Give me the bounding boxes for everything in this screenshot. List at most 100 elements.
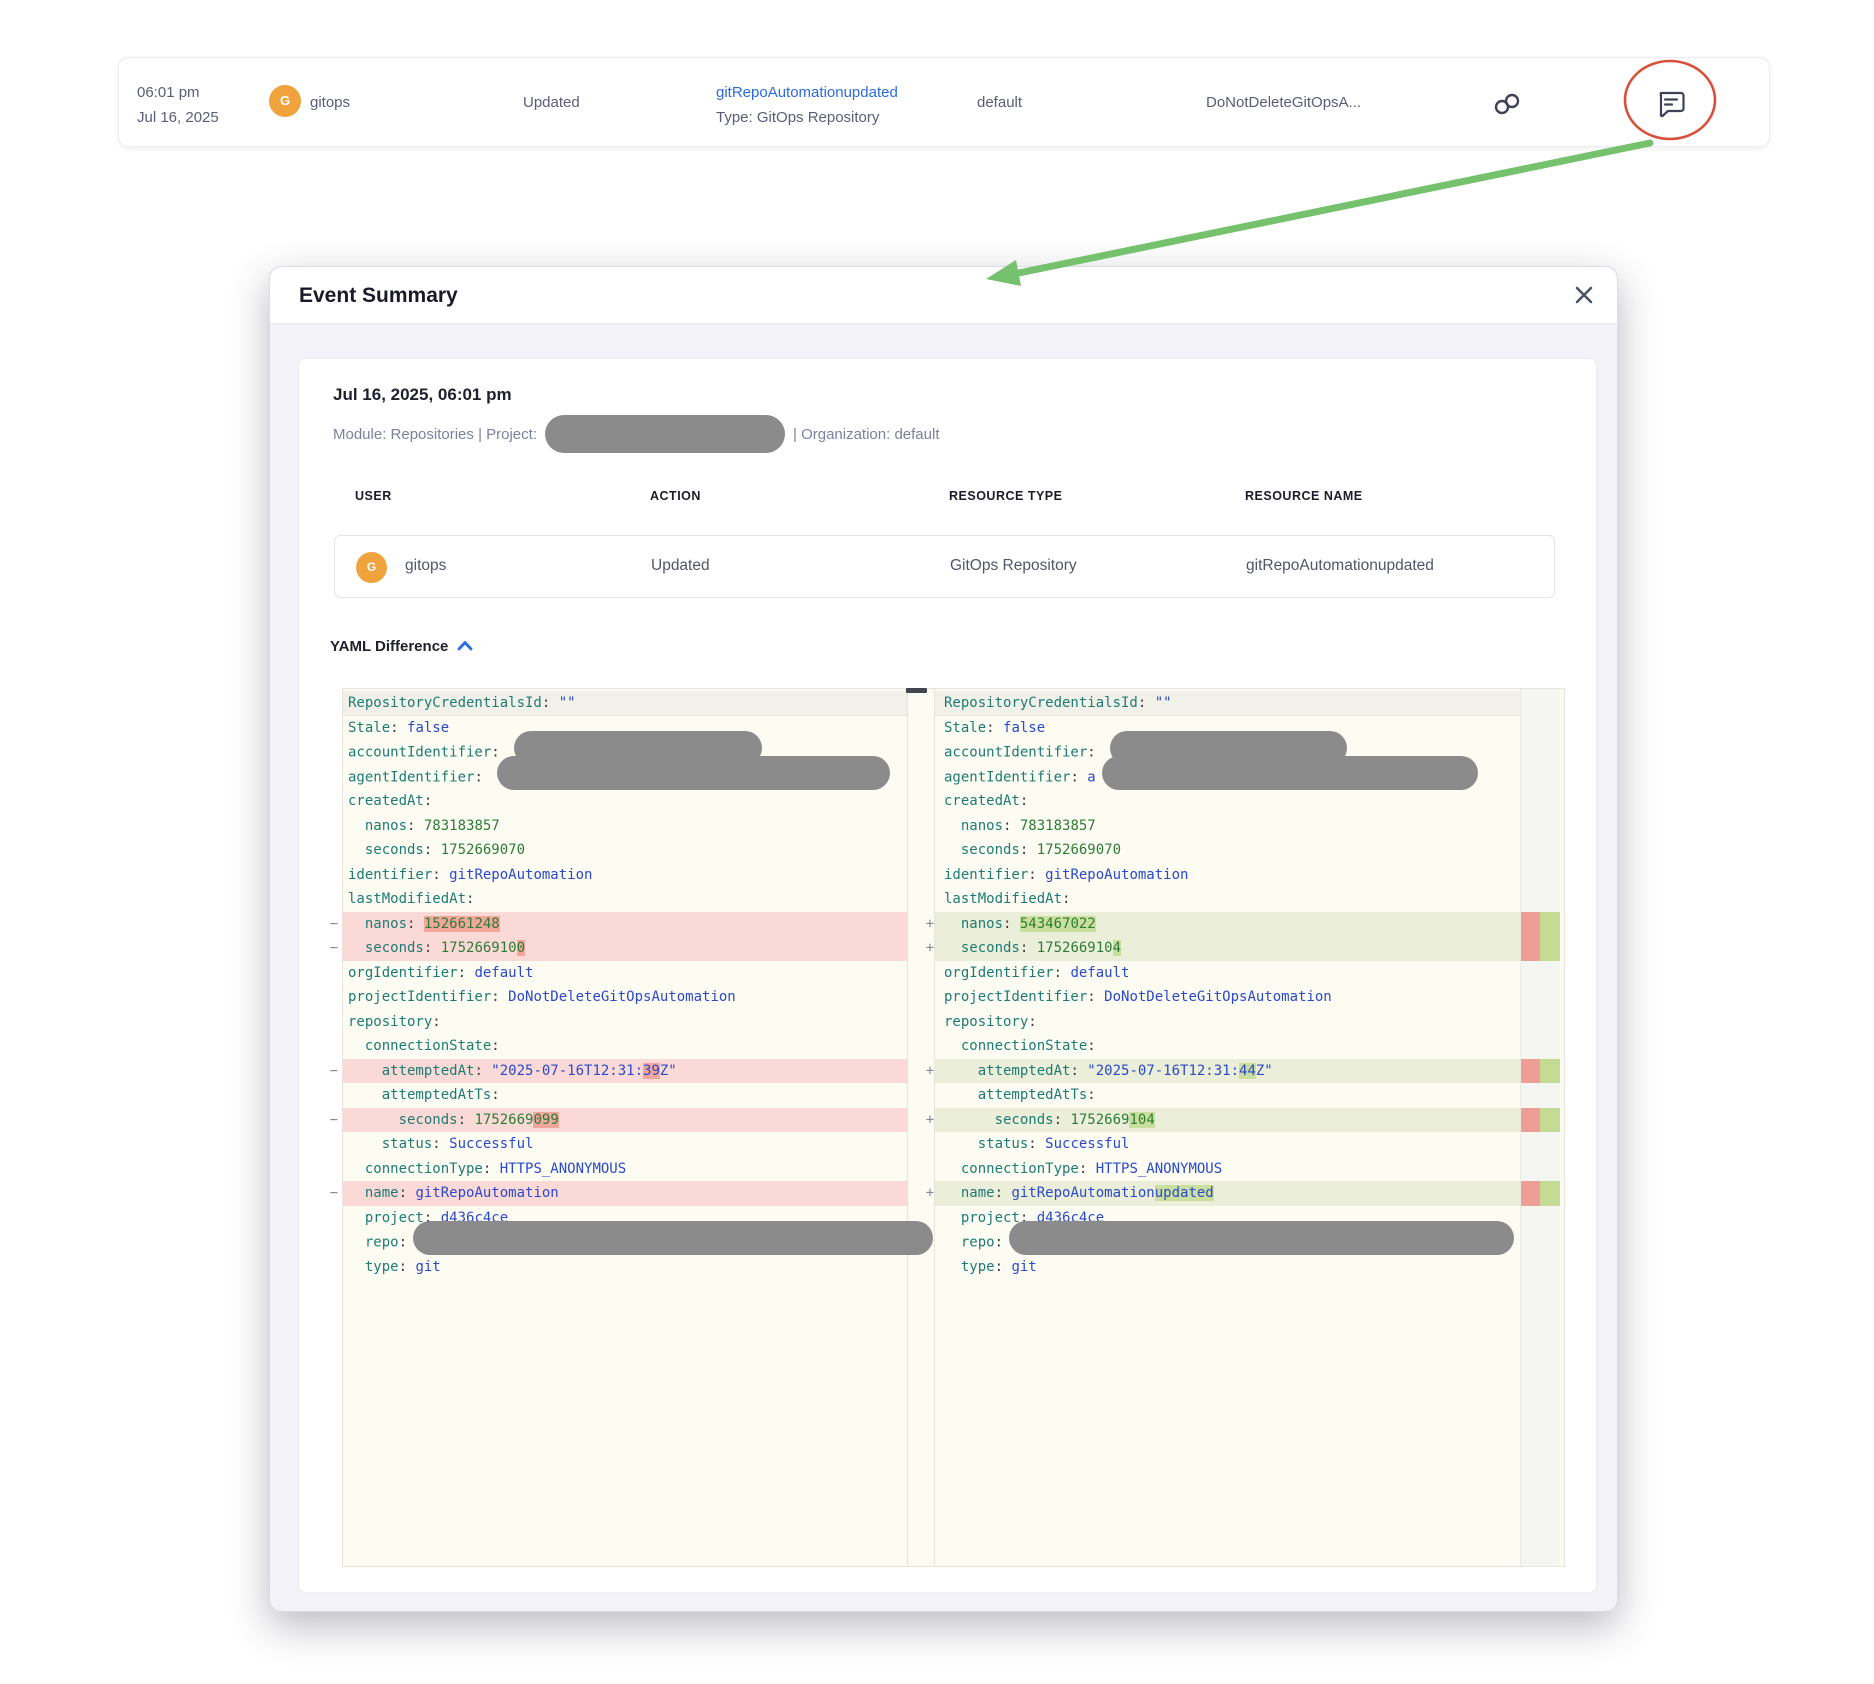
organization-meta-label: | Organization: default <box>793 426 939 443</box>
page: 06:01 pm Jul 16, 2025 G gitops Updated g… <box>0 0 1874 1684</box>
row-resource-name: gitRepoAutomationupdated <box>1246 557 1434 575</box>
avatar: G <box>269 85 301 117</box>
diff-token: 1752669 <box>1070 1112 1129 1128</box>
diff-overview-ruler[interactable] <box>1520 689 1560 1566</box>
diff-token: : <box>542 695 559 711</box>
note-icon <box>1656 106 1686 121</box>
diff-token: "2025-07-16T12:31: <box>1087 1063 1239 1079</box>
diff-token <box>348 842 365 858</box>
diff-token: gitRepoAutomation <box>449 867 592 883</box>
diff-line: createdAt: <box>935 789 1520 814</box>
ruler-marker[interactable] <box>1521 1059 1560 1084</box>
diff-token <box>944 1161 961 1177</box>
copy-link-button[interactable] <box>1491 91 1523 119</box>
diff-token: : <box>424 842 441 858</box>
diff-token: : <box>995 1235 1003 1251</box>
diff-token: DoNotDeleteGitOpsAutomation <box>1104 989 1332 1005</box>
redacted-project-name <box>545 415 785 453</box>
diff-line: attemptedAtTs: <box>343 1083 907 1108</box>
diff-token: : <box>407 818 424 834</box>
diff-line: repo: <box>343 1230 907 1255</box>
diff-token <box>944 1259 961 1275</box>
close-button[interactable] <box>1569 281 1599 311</box>
diff-token: 175266910 <box>1037 940 1113 956</box>
diff-line: RepositoryCredentialsId: "" <box>343 691 907 716</box>
diff-token: 099 <box>533 1112 558 1128</box>
modal-title: Event Summary <box>299 267 458 324</box>
diff-token: : <box>1087 989 1104 1005</box>
diff-token: : <box>399 1235 407 1251</box>
diff-pane-modified[interactable]: RepositoryCredentialsId: ""Stale: falsea… <box>934 689 1520 1566</box>
close-icon <box>1573 294 1595 309</box>
diff-token <box>944 1112 995 1128</box>
diff-line: + name: gitRepoAutomationupdated <box>935 1181 1520 1206</box>
diff-token: 44 <box>1239 1063 1256 1079</box>
resource-name-link[interactable]: gitRepoAutomationupdated <box>716 80 898 105</box>
diff-token: 543467022 <box>1020 916 1096 932</box>
diff-change-sign: − <box>327 936 341 961</box>
diff-token <box>348 940 365 956</box>
ruler-marker[interactable] <box>1521 1181 1560 1206</box>
diff-line: identifier: gitRepoAutomation <box>935 863 1520 888</box>
diff-token: nanos <box>365 818 407 834</box>
diff-token: 152661248 <box>424 916 500 932</box>
diff-token <box>348 916 365 932</box>
audit-log-row[interactable]: 06:01 pm Jul 16, 2025 G gitops Updated g… <box>118 57 1770 147</box>
diff-token: connectionState <box>365 1038 491 1054</box>
diff-token: 1752669070 <box>1037 842 1121 858</box>
diff-token <box>348 1185 365 1201</box>
diff-token <box>944 1063 978 1079</box>
column-header-user: USER <box>355 489 392 503</box>
diff-token: : <box>1138 695 1155 711</box>
row-user: gitops <box>405 557 446 575</box>
diff-token: git <box>415 1259 440 1275</box>
diff-token: project <box>961 1210 1020 1226</box>
diff-token: attemptedAtTs <box>382 1087 492 1103</box>
diff-pane-original[interactable]: RepositoryCredentialsId: ""Stale: falsea… <box>343 689 908 1566</box>
event-summary-button[interactable] <box>1655 90 1687 120</box>
diff-token: : <box>1028 867 1045 883</box>
diff-line: type: git <box>935 1255 1520 1280</box>
ruler-marker[interactable] <box>1521 1108 1560 1133</box>
diff-line: − name: gitRepoAutomation <box>343 1181 907 1206</box>
diff-line: − seconds: 1752669099 <box>343 1108 907 1133</box>
diff-token: 783183857 <box>424 818 500 834</box>
diff-change-sign: + <box>923 912 937 937</box>
diff-token: lastModifiedAt <box>348 891 466 907</box>
yaml-difference-toggle[interactable]: YAML Difference <box>330 638 473 655</box>
diff-change-sign: − <box>327 912 341 937</box>
diff-token: projectIdentifier <box>944 989 1087 1005</box>
event-meta: Module: Repositories | Project: | Organi… <box>333 413 939 455</box>
diff-line: status: Successful <box>343 1132 907 1157</box>
diff-token: : <box>1003 916 1020 932</box>
ruler-marker[interactable] <box>1521 912 1560 961</box>
diff-token: "2025-07-16T12:31: <box>491 1063 643 1079</box>
diff-token <box>944 1210 961 1226</box>
diff-token: project <box>365 1210 424 1226</box>
redacted-blob <box>1009 1221 1514 1255</box>
diff-token: orgIdentifier <box>944 965 1054 981</box>
diff-token: attemptedAt <box>978 1063 1071 1079</box>
diff-token: status <box>382 1136 433 1152</box>
diff-token: seconds <box>995 1112 1054 1128</box>
diff-line: seconds: 1752669070 <box>935 838 1520 863</box>
diff-line: projectIdentifier: DoNotDeleteGitOpsAuto… <box>935 985 1520 1010</box>
diff-token: : <box>1020 793 1028 809</box>
diff-token: default <box>474 965 533 981</box>
diff-token: : <box>1028 1136 1045 1152</box>
diff-sash-handle[interactable] <box>906 688 927 693</box>
diff-token: 0 <box>517 940 525 956</box>
diff-token: RepositoryCredentialsId <box>348 695 542 711</box>
chevron-up-icon[interactable] <box>457 638 473 655</box>
diff-token: repository <box>348 1014 432 1030</box>
event-time-date: Jul 16, 2025 <box>137 105 219 130</box>
event-time: 06:01 pm Jul 16, 2025 <box>137 80 219 130</box>
modal-header: Event Summary <box>270 267 1617 324</box>
diff-token <box>944 1235 961 1251</box>
diff-token: createdAt <box>944 793 1020 809</box>
diff-token: : <box>1087 1087 1095 1103</box>
action-label: Updated <box>523 94 580 111</box>
diff-line: lastModifiedAt: <box>935 887 1520 912</box>
diff-line: + attemptedAt: "2025-07-16T12:31:44Z" <box>935 1059 1520 1084</box>
diff-token: status <box>978 1136 1029 1152</box>
